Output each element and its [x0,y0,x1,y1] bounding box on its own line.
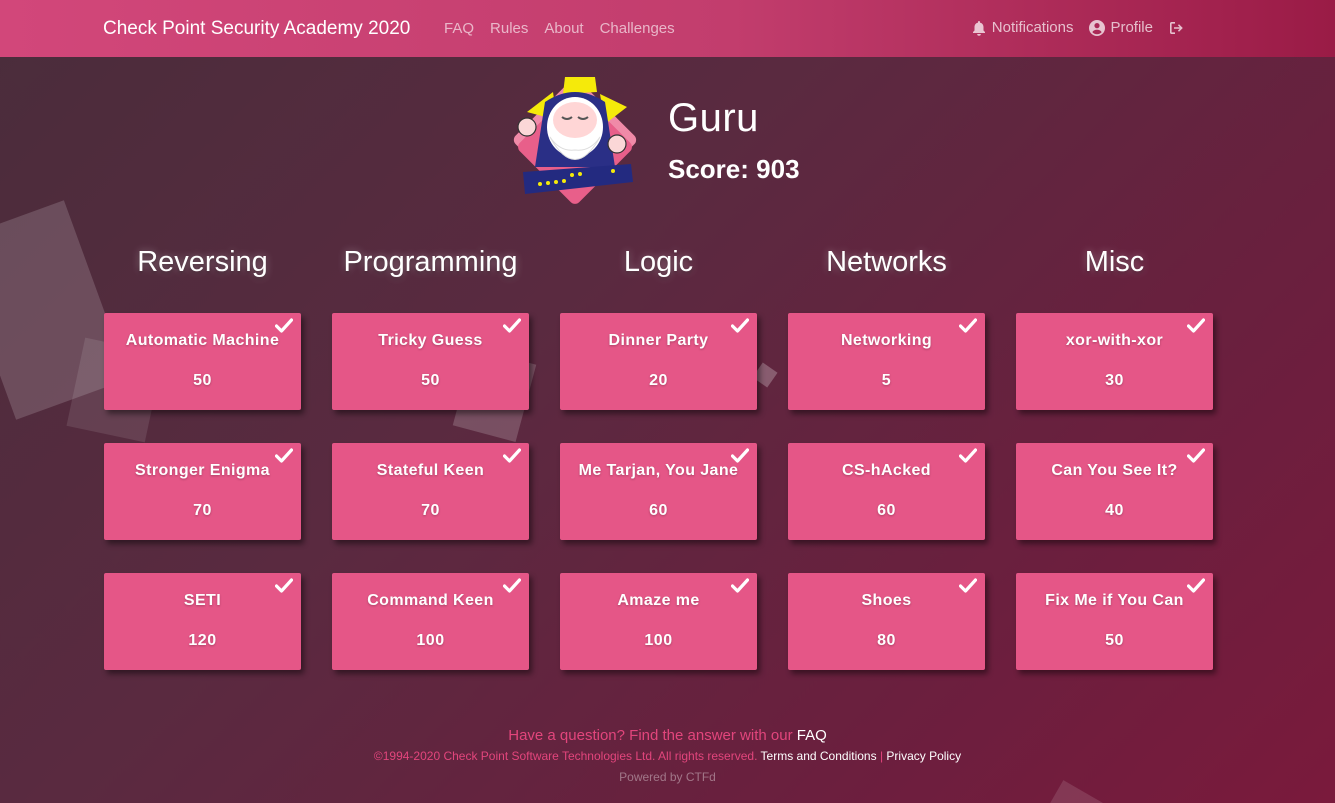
challenge-card[interactable]: Stateful Keen 70 [332,443,529,540]
challenge-value: 70 [193,502,212,519]
challenge-name: CS-hAcked [842,462,931,479]
challenge-card[interactable]: Networking 5 [788,313,985,410]
checkmark-icon [1186,578,1206,593]
copyright-text: ©1994-2020 Check Point Software Technolo… [373,749,758,763]
nav-right: Notifications Profile [971,19,1185,36]
footer: Have a question? Find the answer with ou… [0,727,1335,784]
logout-icon [1170,21,1183,34]
challenge-name: Stronger Enigma [135,462,270,479]
challenge-value: 80 [877,632,896,649]
challenge-name: Tricky Guess [378,332,483,349]
challenge-name: xor-with-xor [1065,332,1164,349]
challenge-name: Me Tarjan, You Jane [578,462,739,479]
footer-legal: ©1994-2020 Check Point Software Technolo… [0,749,1335,763]
checkmark-icon [958,578,978,593]
challenge-card[interactable]: CS-hAcked 60 [788,443,985,540]
challenge-name: Can You See It? [1051,462,1178,479]
challenge-name: Command Keen [367,592,494,609]
profile-label: Profile [1110,19,1153,36]
category-title: Logic [623,246,694,278]
footer-faq-link[interactable]: FAQ [797,727,827,744]
checkmark-icon [502,318,522,333]
challenge-value: 20 [649,372,668,389]
challenge-value: 50 [1105,632,1124,649]
challenge-value: 30 [1105,372,1124,389]
challenge-name: Networking [840,332,933,349]
checkmark-icon [958,448,978,463]
challenge-card[interactable]: Automatic Machine 50 [104,313,301,410]
challenge-card[interactable]: Shoes 80 [788,573,985,670]
user-circle-icon [1089,19,1106,36]
category-title: Reversing [137,246,268,278]
challenge-card[interactable]: Tricky Guess 50 [332,313,529,410]
profile-link[interactable]: Profile [1089,19,1153,36]
checkmark-icon [730,448,750,463]
checkmark-icon [958,318,978,333]
challenge-value: 100 [416,632,445,649]
category-title: Networks [826,246,947,278]
challenge-card[interactable]: Amaze me 100 [560,573,757,670]
nav-challenges-link[interactable]: Challenges [600,20,675,37]
navbar: Check Point Security Academy 2020 FAQ Ru… [0,0,1335,57]
brand-link[interactable]: Check Point Security Academy 2020 [103,18,410,40]
challenge-card[interactable]: xor-with-xor 30 [1016,313,1213,410]
nav-rules-link[interactable]: Rules [490,20,528,37]
checkmark-icon [274,318,294,333]
nav-faq-link[interactable]: FAQ [444,20,474,37]
challenge-name: Amaze me [617,592,700,609]
checkmark-icon [1186,448,1206,463]
username: Guru [668,96,759,140]
score-text: Score: 903 [668,154,800,185]
checkmark-icon [502,578,522,593]
bell-icon [972,20,985,36]
checkmark-icon [274,448,294,463]
privacy-link[interactable]: Privacy Policy [886,749,961,763]
checkmark-icon [502,448,522,463]
challenge-value: 40 [1105,502,1124,519]
challenge-name: Shoes [861,592,912,609]
challenge-value: 50 [193,372,212,389]
challenge-card[interactable]: Me Tarjan, You Jane 60 [560,443,757,540]
footer-question-text: Have a question? Find the answer with ou… [508,727,793,744]
challenge-card[interactable]: Command Keen 100 [332,573,529,670]
checkmark-icon [730,318,750,333]
logout-link[interactable] [1169,20,1185,36]
nav-about-link[interactable]: About [544,20,583,37]
guru-avatar [513,77,637,204]
challenge-name: Automatic Machine [125,332,280,349]
terms-link[interactable]: Terms and Conditions [761,749,877,763]
challenge-value: 5 [881,372,892,389]
category-title: Misc [1084,246,1145,278]
notifications-link[interactable]: Notifications [971,19,1074,36]
challenge-name: Fix Me if You Can [1045,592,1184,609]
challenge-card[interactable]: Stronger Enigma 70 [104,443,301,540]
footer-separator: | [879,749,884,763]
challenge-value: 50 [421,372,440,389]
checkmark-icon [730,578,750,593]
score-label: Score: [668,154,749,184]
challenge-value: 60 [649,502,668,519]
challenge-value: 120 [188,632,217,649]
powered-by[interactable]: Powered by CTFd [0,770,1335,784]
challenge-card[interactable]: Dinner Party 20 [560,313,757,410]
challenge-value: 100 [644,632,673,649]
checkmark-icon [274,578,294,593]
challenge-name: Stateful Keen [376,462,485,479]
challenge-card[interactable]: Can You See It? 40 [1016,443,1213,540]
category-title: Programming [343,246,518,278]
challenge-name: Dinner Party [608,332,709,349]
challenge-name: SETI [183,592,222,609]
challenge-card[interactable]: Fix Me if You Can 50 [1016,573,1213,670]
checkmark-icon [1186,318,1206,333]
challenge-value: 60 [877,502,896,519]
challenge-card[interactable]: SETI 120 [104,573,301,670]
challenge-value: 70 [421,502,440,519]
footer-question: Have a question? Find the answer with ou… [0,727,1335,744]
nav-links: FAQ Rules About Challenges [444,20,675,37]
score-value: 903 [756,154,800,184]
notifications-label: Notifications [991,19,1074,36]
